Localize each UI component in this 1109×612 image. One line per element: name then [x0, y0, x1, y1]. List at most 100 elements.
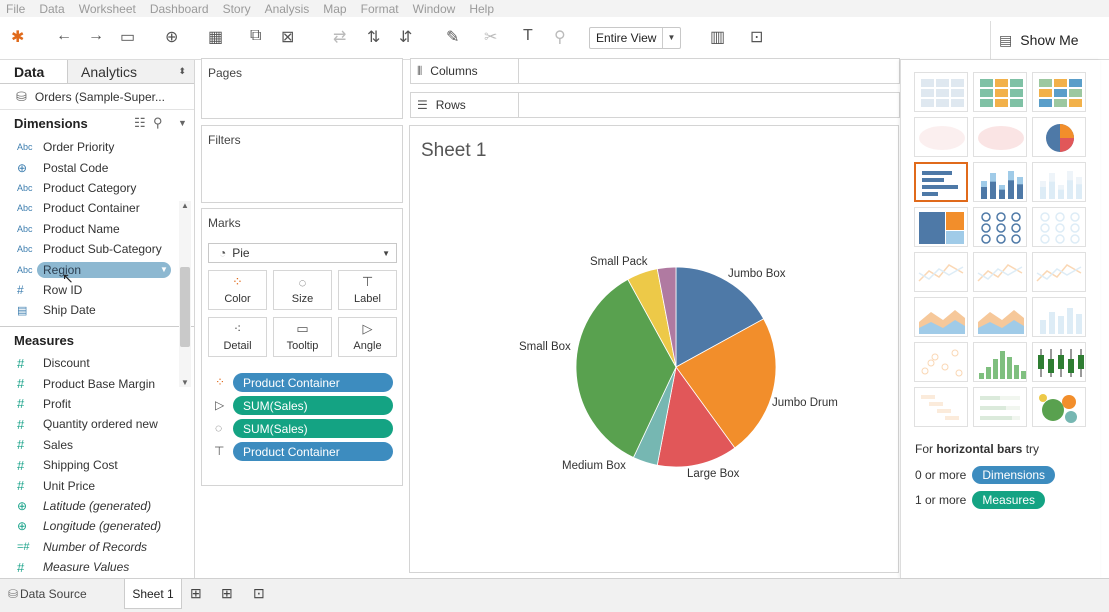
new-story-icon[interactable]: ⊡	[253, 585, 265, 602]
show-me-gantt-chart-icon[interactable]	[914, 387, 968, 427]
show-me-box-and-whisker-icon[interactable]	[1032, 342, 1086, 382]
show-me-heat-map-icon[interactable]	[973, 72, 1027, 112]
new-dashboard-icon[interactable]: ⊞	[221, 585, 233, 602]
mark-pill[interactable]: Product Container	[233, 442, 393, 461]
mark-pill[interactable]: SUM(Sales)	[233, 396, 393, 415]
show-me-button[interactable]: ▤ Show Me	[990, 21, 1100, 59]
new-worksheet-icon[interactable]: ▦	[208, 27, 223, 47]
dimensions-scrollbar[interactable]: ▲ ▼	[179, 201, 191, 387]
search-icon[interactable]: ⚲	[153, 115, 163, 131]
scrollbar-thumb[interactable]	[180, 267, 190, 347]
show-me-dual-lines-icon[interactable]	[1032, 252, 1086, 292]
pages-card[interactable]: Pages	[201, 58, 403, 119]
measure-field[interactable]: # Discount	[0, 353, 194, 373]
tooltip-button[interactable]: ▭ Tooltip	[273, 317, 332, 357]
new-worksheet-icon[interactable]: ⊞	[190, 585, 202, 602]
show-labels-icon[interactable]: T	[523, 27, 533, 45]
dimension-field-selected[interactable]: Abc Region ▼	[0, 259, 194, 279]
group-icon[interactable]: ✂	[484, 27, 497, 47]
measure-field[interactable]: # Unit Price	[0, 475, 194, 495]
mark-type-select[interactable]: ◔ Pie ▼	[208, 243, 397, 263]
measure-field[interactable]: # Shipping Cost	[0, 455, 194, 475]
sort-descending-icon[interactable]: ⇵	[399, 27, 412, 47]
show-me-histogram-icon[interactable]	[973, 342, 1027, 382]
show-me-area-discrete-icon[interactable]	[973, 297, 1027, 337]
menu-file[interactable]: File	[6, 2, 25, 16]
dimension-field[interactable]: # Row ID	[0, 280, 194, 300]
measure-field[interactable]: # Product Base Margin	[0, 373, 194, 393]
size-button[interactable]: ◌ Size	[273, 270, 332, 310]
chevron-down-icon[interactable]: ▼	[160, 265, 168, 274]
mark-pill[interactable]: SUM(Sales)	[233, 419, 393, 438]
scroll-down-icon[interactable]: ▼	[179, 378, 191, 387]
show-me-circle-views-icon[interactable]	[973, 207, 1027, 247]
sheet-view[interactable]: Sheet 1 Jumbo Box Jumbo Drum Large Box M…	[409, 125, 899, 573]
tab-menu-icon[interactable]: ⬍	[178, 66, 186, 77]
measure-field[interactable]: # Quantity ordered new	[0, 414, 194, 434]
menu-worksheet[interactable]: Worksheet	[79, 2, 136, 16]
show-me-side-by-side-circles-icon[interactable]	[1032, 207, 1086, 247]
dimension-field[interactable]: ⊕ Postal Code	[0, 157, 194, 177]
show-me-bullet-graph-icon[interactable]	[973, 387, 1027, 427]
menu-dashboard[interactable]: Dashboard	[150, 2, 209, 16]
tab-analytics[interactable]: Analytics ⬍	[68, 60, 194, 83]
measure-field[interactable]: =# Number of Records	[0, 537, 194, 557]
menu-format[interactable]: Format	[361, 2, 399, 16]
dimension-field[interactable]: ▤ Ship Date	[0, 300, 194, 320]
pin-icon[interactable]: ⚲	[554, 27, 566, 47]
rows-shelf[interactable]: ☰ Rows	[410, 92, 900, 118]
mark-pill[interactable]: Product Container	[233, 373, 393, 392]
scroll-up-icon[interactable]: ▲	[179, 201, 191, 210]
color-button[interactable]: ⁘ Color	[208, 270, 267, 310]
menu-data[interactable]: Data	[39, 2, 64, 16]
show-me-pie-chart-icon[interactable]	[1032, 117, 1086, 157]
undo-icon[interactable]: ←	[56, 27, 72, 45]
show-me-filled-map-icon[interactable]	[973, 117, 1027, 157]
duplicate-sheet-icon[interactable]: ⧉	[250, 27, 261, 45]
show-me-scatter-plot-icon[interactable]	[914, 342, 968, 382]
show-me-stacked-bars-icon[interactable]	[973, 162, 1027, 202]
show-me-lines-continuous-icon[interactable]	[914, 252, 968, 292]
show-me-lines-discrete-icon[interactable]	[973, 252, 1027, 292]
show-me-highlight-table-icon[interactable]	[1032, 72, 1086, 112]
presentation-icon[interactable]: ⊡	[750, 27, 763, 47]
view-fit-select[interactable]: Entire View ▼	[589, 27, 681, 49]
highlight-icon[interactable]: ✎	[446, 27, 459, 47]
swap-icon[interactable]: ⇄	[333, 27, 346, 47]
show-me-side-by-side-bars-icon[interactable]	[1032, 162, 1086, 202]
show-me-dual-combination-icon[interactable]	[1032, 297, 1086, 337]
filters-card[interactable]: Filters	[201, 125, 403, 203]
show-me-treemap-icon[interactable]	[914, 207, 968, 247]
angle-button[interactable]: ▷ Angle	[338, 317, 397, 357]
show-me-symbol-map-icon[interactable]	[914, 117, 968, 157]
save-icon[interactable]: ▭	[120, 27, 135, 47]
clear-sheet-icon[interactable]: ⊠	[281, 27, 294, 47]
dimension-field[interactable]: Abc Product Container	[0, 198, 194, 218]
sheet-tab[interactable]: Sheet 1	[124, 579, 182, 609]
tab-data[interactable]: Data	[0, 60, 68, 83]
data-source-item[interactable]: ⛁ Orders (Sample-Super...	[0, 84, 194, 110]
measure-field[interactable]: ⊕ Latitude (generated)	[0, 496, 194, 516]
sort-ascending-icon[interactable]: ⇅	[367, 27, 380, 47]
show-me-horizontal-bars-icon[interactable]	[914, 162, 968, 202]
dimension-field[interactable]: Abc Product Name	[0, 219, 194, 239]
new-data-source-icon[interactable]: ⊕	[165, 27, 178, 47]
menu-map[interactable]: Map	[323, 2, 346, 16]
fit-icon[interactable]: ▥	[710, 27, 725, 47]
chevron-down-icon[interactable]: ▼	[178, 118, 187, 128]
measure-field[interactable]: # Profit	[0, 394, 194, 414]
dimension-field[interactable]: Abc Order Priority	[0, 137, 194, 157]
measure-field[interactable]: ⊕ Longitude (generated)	[0, 516, 194, 536]
show-me-packed-bubbles-icon[interactable]	[1032, 387, 1086, 427]
show-me-area-continuous-icon[interactable]	[914, 297, 968, 337]
dimension-field[interactable]: Abc Product Category	[0, 178, 194, 198]
tableau-logo-icon[interactable]: ✱	[11, 27, 24, 47]
menu-help[interactable]: Help	[469, 2, 494, 16]
detail-button[interactable]: ⁖ Detail	[208, 317, 267, 357]
measure-field[interactable]: # Sales	[0, 435, 194, 455]
show-me-text-table-icon[interactable]	[914, 72, 968, 112]
redo-icon[interactable]: →	[88, 27, 104, 45]
view-toggle-icon[interactable]: ☷	[134, 115, 146, 131]
data-source-tab[interactable]: Data Source	[20, 587, 87, 601]
columns-shelf[interactable]: ⦀ Columns	[410, 58, 900, 84]
